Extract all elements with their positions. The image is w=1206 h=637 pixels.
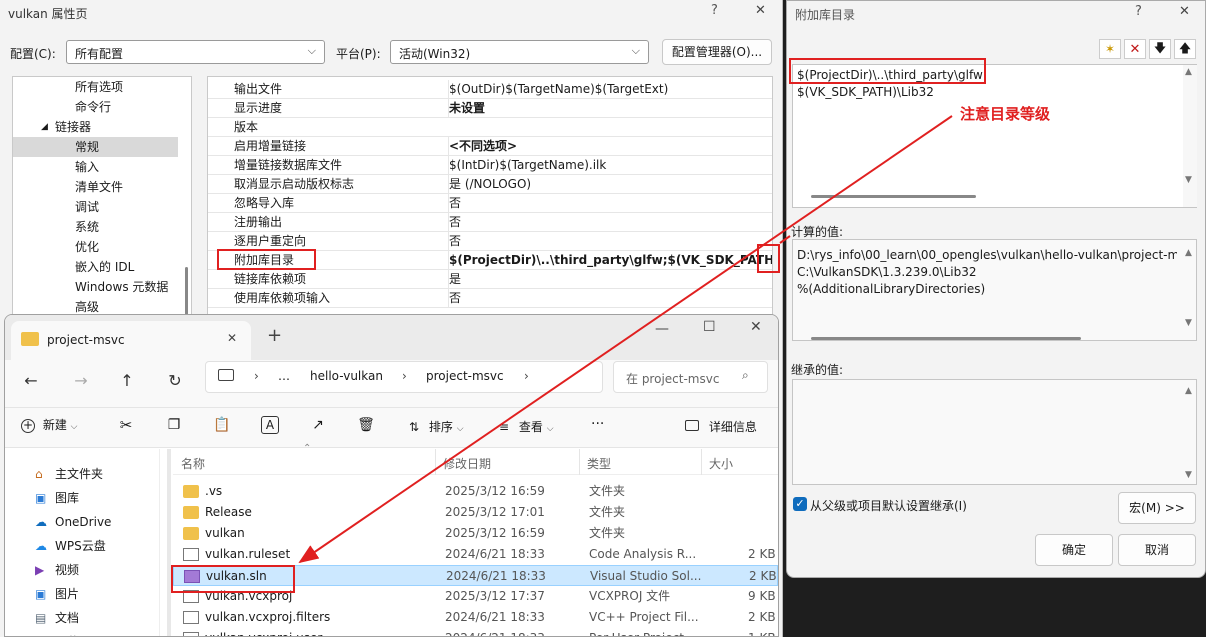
arrow-to-sln: [298, 115, 953, 564]
arrow-connector: [779, 235, 791, 244]
annotation-arrows: [298, 115, 953, 564]
